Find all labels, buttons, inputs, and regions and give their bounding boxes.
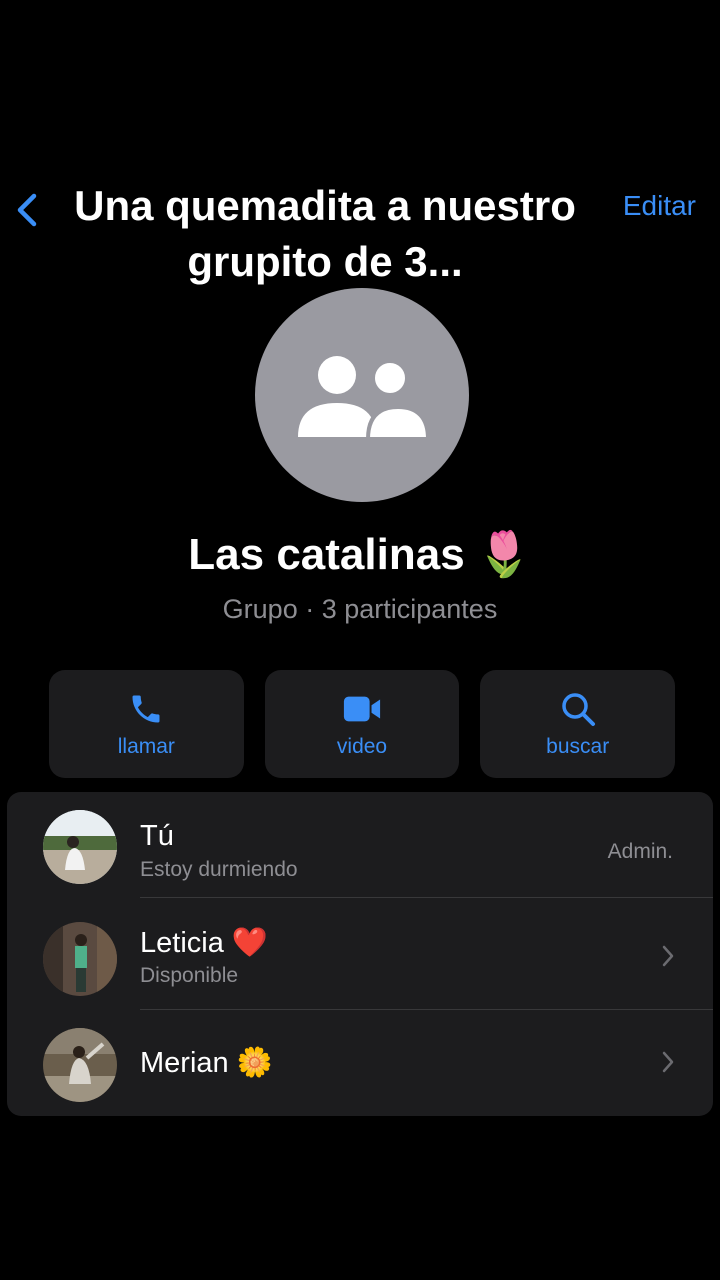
video-camera-icon [342, 689, 382, 729]
phone-icon [126, 689, 166, 729]
back-button[interactable] [14, 190, 42, 230]
avatar [43, 1028, 117, 1102]
participants-list: Tú Estoy durmiendo Admin. Leticia ❤️ Dis… [7, 792, 713, 1116]
video-label: video [336, 735, 388, 758]
group-avatar[interactable] [255, 288, 469, 502]
chevron-left-icon [17, 193, 37, 227]
chevron-right-icon [662, 945, 674, 967]
participant-row-merian[interactable]: Merian 🌼 [7, 1010, 713, 1116]
chevron-right-icon [662, 1051, 674, 1073]
search-icon [558, 689, 598, 729]
header: Una quemadita a nuestro grupito de 3... … [0, 160, 720, 300]
group-subtitle: Grupo · 3 participantes [222, 594, 498, 624]
participant-status: Estoy durmiendo [140, 858, 298, 881]
avatar [43, 922, 117, 996]
participant-name: Tú [140, 820, 174, 852]
avatar [43, 810, 117, 884]
edit-button[interactable]: Editar [623, 190, 696, 222]
participant-status: Disponible [140, 964, 239, 987]
call-label: llamar [117, 735, 175, 758]
search-label: buscar [546, 735, 610, 758]
group-icon [298, 356, 431, 441]
search-button[interactable]: buscar [480, 670, 676, 778]
action-bar: llamar video buscar [49, 670, 676, 778]
participant-name: Leticia ❤️ [140, 927, 268, 959]
participant-row-you[interactable]: Tú Estoy durmiendo Admin. [7, 792, 713, 898]
admin-badge: Admin. [607, 840, 673, 863]
group-name: Las catalinas 🌷 [188, 530, 532, 579]
video-button[interactable]: video [264, 670, 460, 778]
participant-row-leticia[interactable]: Leticia ❤️ Disponible [7, 904, 713, 1010]
divider [140, 897, 713, 898]
video-caption: Una quemadita a nuestro grupito de 3... [74, 182, 576, 285]
call-button[interactable]: llamar [49, 670, 244, 778]
participant-name: Merian 🌼 [140, 1047, 273, 1079]
